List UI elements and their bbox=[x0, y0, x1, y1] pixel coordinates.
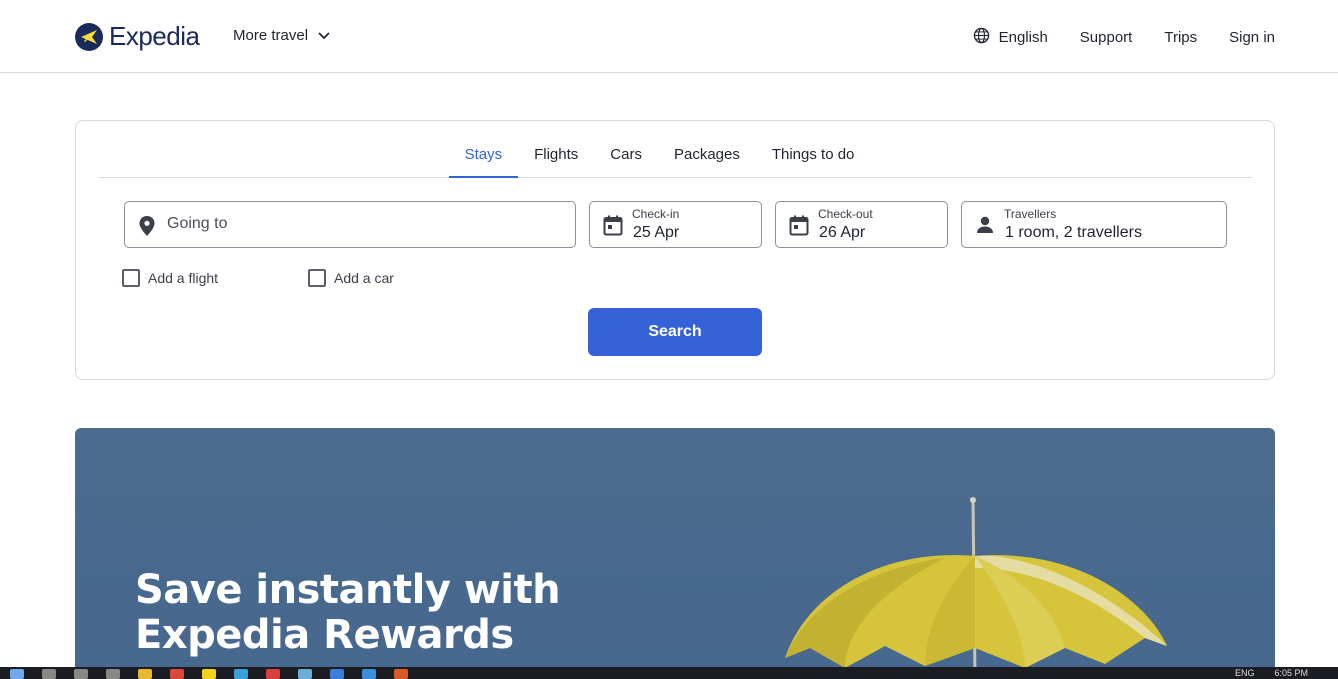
language-selector[interactable]: English bbox=[973, 27, 1048, 48]
expedia-logo[interactable]: Expedia bbox=[75, 21, 200, 52]
add-flight-checkbox[interactable]: Add a flight bbox=[122, 269, 218, 287]
app-icon[interactable] bbox=[330, 669, 344, 679]
tray-language[interactable]: ENG bbox=[1235, 668, 1255, 678]
brand-name: Expedia bbox=[109, 21, 200, 51]
travellers-field[interactable]: Travellers 1 room, 2 travellers bbox=[961, 201, 1227, 248]
more-travel-label: More travel bbox=[233, 27, 309, 44]
expedia-logo-icon bbox=[75, 22, 103, 51]
task-view-icon[interactable] bbox=[74, 669, 88, 679]
language-label: English bbox=[998, 29, 1048, 46]
location-pin-icon bbox=[138, 215, 156, 242]
travellers-value: 1 room, 2 travellers bbox=[1005, 224, 1142, 241]
tab-stays[interactable]: Stays bbox=[448, 146, 519, 178]
hero-headline: Save instantly with Expedia Rewards bbox=[135, 568, 575, 658]
rewards-hero-banner[interactable]: Save instantly with Expedia Rewards bbox=[75, 428, 1275, 668]
umbrella-image bbox=[785, 497, 1167, 668]
add-car-checkbox[interactable]: Add a car bbox=[308, 269, 394, 287]
check-in-label: Check-in bbox=[632, 207, 680, 221]
search-button[interactable]: Search bbox=[588, 308, 762, 356]
calendar-icon bbox=[603, 215, 623, 241]
app-icon[interactable] bbox=[298, 669, 312, 679]
tab-packages[interactable]: Packages bbox=[658, 146, 756, 177]
support-link[interactable]: Support bbox=[1080, 29, 1133, 46]
add-car-label: Add a car bbox=[334, 270, 394, 286]
file-explorer-icon[interactable] bbox=[138, 669, 152, 679]
check-in-field[interactable]: Check-in 25 Apr bbox=[589, 201, 762, 248]
hero-headline-line1: Save instantly with bbox=[135, 567, 561, 613]
check-in-value: 25 Apr bbox=[633, 224, 680, 241]
checkbox-icon[interactable] bbox=[308, 269, 326, 287]
going-to-placeholder: Going to bbox=[167, 215, 228, 232]
app-icon[interactable] bbox=[362, 669, 376, 679]
add-flight-label: Add a flight bbox=[148, 270, 219, 286]
app-icon[interactable] bbox=[234, 669, 248, 679]
check-out-label: Check-out bbox=[818, 207, 873, 221]
app-icon[interactable] bbox=[394, 669, 408, 679]
calendar-icon bbox=[789, 215, 809, 241]
search-card: Stays Flights Cars Packages Things to do… bbox=[75, 120, 1275, 380]
hero-headline-line2: Expedia Rewards bbox=[135, 612, 514, 658]
check-out-field[interactable]: Check-out 26 Apr bbox=[775, 201, 948, 248]
search-tabs: Stays Flights Cars Packages Things to do bbox=[99, 121, 1252, 178]
chevron-down-icon bbox=[318, 27, 330, 44]
trips-link[interactable]: Trips bbox=[1164, 29, 1197, 46]
travellers-label: Travellers bbox=[1004, 207, 1057, 221]
tab-cars[interactable]: Cars bbox=[594, 146, 658, 177]
start-icon[interactable] bbox=[10, 669, 24, 679]
check-out-value: 26 Apr bbox=[819, 224, 866, 241]
search-icon[interactable] bbox=[42, 669, 56, 679]
taskbar-apps bbox=[10, 669, 408, 679]
sign-in-link[interactable]: Sign in bbox=[1229, 29, 1275, 46]
going-to-field[interactable]: Going to bbox=[124, 201, 576, 248]
tray-clock[interactable]: 6:05 PM bbox=[1274, 668, 1308, 678]
notes-icon[interactable] bbox=[202, 669, 216, 679]
tab-flights[interactable]: Flights bbox=[518, 146, 594, 177]
os-taskbar: ENG 6:05 PM bbox=[0, 667, 1338, 679]
person-icon bbox=[975, 215, 995, 240]
checkbox-icon[interactable] bbox=[122, 269, 140, 287]
system-tray: ENG 6:05 PM bbox=[1235, 668, 1308, 678]
site-header: Expedia More travel English Support Trip… bbox=[0, 0, 1338, 73]
widgets-icon[interactable] bbox=[106, 669, 120, 679]
app-icon[interactable] bbox=[266, 669, 280, 679]
more-travel-menu[interactable]: More travel bbox=[233, 27, 330, 44]
globe-icon bbox=[973, 27, 990, 48]
header-nav: English Support Trips Sign in bbox=[973, 27, 1275, 48]
tab-things-to-do[interactable]: Things to do bbox=[756, 146, 871, 177]
chrome-icon[interactable] bbox=[170, 669, 184, 679]
